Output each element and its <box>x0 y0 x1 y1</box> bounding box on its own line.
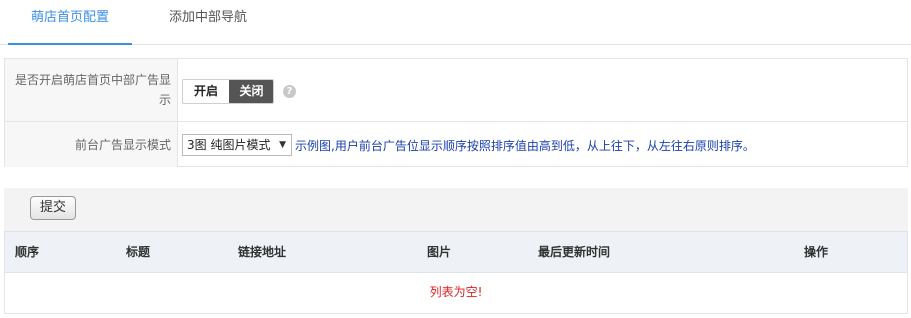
display-mode-select[interactable]: 3图 纯图片模式 ▼ <box>182 134 292 156</box>
tab-bar: 萌店首页配置 添加中部导航 <box>0 0 911 45</box>
ad-toggle-label-cell: 是否开启萌店首页中部广告显示 <box>5 59 178 121</box>
submit-button[interactable]: 提交 <box>30 196 76 220</box>
column-header-actions: 操作 <box>804 245 829 259</box>
column-header-link: 链接地址 <box>238 245 287 259</box>
tab-shop-home-config[interactable]: 萌店首页配置 <box>8 0 132 45</box>
display-mode-hint-link[interactable]: 示例图,用户前台广告位显示顺序按照排序值由高到低，从上往下，从左往右原则排序。 <box>295 136 755 156</box>
display-mode-value: 3图 纯图片模式 <box>187 138 271 152</box>
ad-toggle-row: 是否开启萌店首页中部广告显示 开启 关闭 ? <box>5 59 907 122</box>
action-toolbar: 提交 <box>4 188 908 231</box>
ad-toggle-label: 是否开启萌店首页中部广告显示 <box>14 73 171 107</box>
table-header: 顺序 标题 链接地址 图片 最后更新时间 操作 <box>4 231 908 273</box>
column-header-title: 标题 <box>126 245 151 259</box>
display-mode-label: 前台广告显示模式 <box>74 138 171 152</box>
table-body: 列表为空! <box>4 273 908 314</box>
column-header-updated-time: 最后更新时间 <box>538 245 611 259</box>
toggle-on-button[interactable]: 开启 <box>183 80 229 103</box>
column-header-image: 图片 <box>427 245 452 259</box>
display-mode-row: 前台广告显示模式 3图 纯图片模式 ▼ 示例图,用户前台广告位显示顺序按照排序值… <box>5 122 907 167</box>
toggle-off-button[interactable]: 关闭 <box>229 80 273 103</box>
help-icon[interactable]: ? <box>283 85 296 98</box>
empty-list-message: 列表为空! <box>429 285 483 299</box>
ad-toggle-switch[interactable]: 开启 关闭 <box>182 79 274 104</box>
chevron-down-icon: ▼ <box>279 140 286 150</box>
column-header-order: 顺序 <box>15 245 40 259</box>
display-mode-label-cell: 前台广告显示模式 <box>5 122 178 167</box>
settings-form: 是否开启萌店首页中部广告显示 开启 关闭 ? 前台广告显示模式 3图 纯图片模式… <box>4 58 908 167</box>
tab-add-middle-nav[interactable]: 添加中部导航 <box>146 0 270 45</box>
